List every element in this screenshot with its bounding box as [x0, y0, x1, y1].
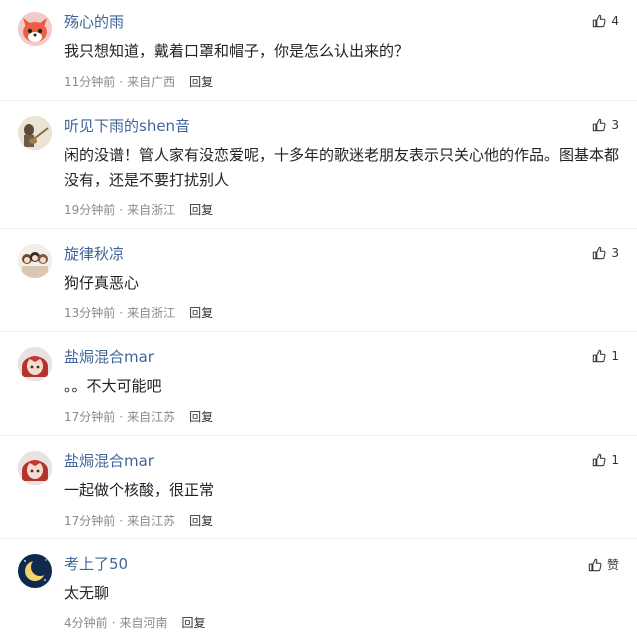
red-hair-anime-avatar-icon[interactable]	[18, 451, 52, 485]
username[interactable]: 听见下雨的shen音	[64, 116, 190, 136]
meta-separator: ·	[119, 514, 124, 528]
meta-separator: ·	[111, 616, 116, 630]
red-hair-anime-avatar-icon[interactable]	[18, 347, 52, 381]
username[interactable]: 殇心的雨	[64, 12, 124, 32]
thumbs-up-icon	[592, 14, 606, 28]
comment-time: 4分钟前	[64, 616, 108, 630]
thumbs-up-icon	[592, 453, 606, 467]
like-count: 4	[611, 14, 619, 28]
comment-location: 来自江苏	[127, 410, 176, 424]
reply-button[interactable]: 回复	[189, 409, 213, 425]
like-button[interactable]: 4	[592, 14, 619, 28]
thumbs-up-icon	[588, 558, 602, 572]
thumbs-up-icon	[592, 246, 606, 260]
like-button[interactable]: 1	[592, 453, 619, 467]
comment-location: 来自浙江	[127, 306, 176, 320]
like-button[interactable]: 3	[592, 118, 619, 132]
reply-button[interactable]: 回复	[181, 615, 205, 631]
thumbs-up-icon	[592, 118, 606, 132]
like-count: 1	[611, 453, 619, 467]
divider	[0, 228, 637, 229]
comment-text: 我只想知道，戴着口罩和帽子，你是怎么认出来的？	[64, 42, 410, 60]
username[interactable]: 盐焗混合mar	[64, 451, 154, 471]
thumbs-up-icon	[592, 349, 606, 363]
like-button[interactable]: 赞	[588, 556, 619, 573]
meta-separator: ·	[119, 306, 124, 320]
meta-separator: ·	[119, 410, 124, 424]
moon-night-avatar-icon[interactable]	[18, 554, 52, 588]
like-count: 1	[611, 349, 619, 363]
comment-text: 太无聊	[64, 584, 110, 602]
comment-location: 来自广西	[127, 75, 176, 89]
comment-text: 。。不大可能吧	[64, 377, 162, 395]
comment-text: 狗仔真恶心	[64, 274, 140, 292]
comment-time: 17分钟前	[64, 514, 116, 528]
like-count: 3	[611, 246, 619, 260]
comment-meta: 19分钟前 · 来自浙江 回复	[64, 202, 213, 218]
comment-meta: 11分钟前 · 来自广西 回复	[64, 74, 213, 90]
comment-time: 17分钟前	[64, 410, 116, 424]
reply-button[interactable]: 回复	[189, 513, 213, 529]
like-label: 赞	[606, 558, 619, 572]
divider	[0, 435, 637, 436]
guitar-player-avatar-icon[interactable]	[18, 116, 52, 150]
divider	[0, 538, 637, 539]
comment-time: 11分钟前	[64, 75, 116, 89]
reply-button[interactable]: 回复	[189, 74, 213, 90]
comment-location: 来自浙江	[127, 203, 176, 217]
comment-meta: 4分钟前 · 来自河南 回复	[64, 615, 206, 631]
comment-location: 来自河南	[119, 616, 168, 630]
comment-location: 来自江苏	[127, 514, 176, 528]
comment-text: 一起做个核酸，很正常	[64, 481, 215, 499]
fox-avatar-icon[interactable]	[18, 12, 52, 46]
username[interactable]: 盐焗混合mar	[64, 347, 154, 367]
reply-button[interactable]: 回复	[189, 202, 213, 218]
comment-meta: 17分钟前 · 来自江苏 回复	[64, 409, 213, 425]
username[interactable]: 考上了50	[64, 554, 128, 574]
meta-separator: ·	[119, 75, 124, 89]
like-button[interactable]: 1	[592, 349, 619, 363]
like-count: 3	[611, 118, 619, 132]
divider	[0, 100, 637, 101]
like-button[interactable]: 3	[592, 246, 619, 260]
reply-button[interactable]: 回复	[189, 305, 213, 321]
comment-time: 19分钟前	[64, 203, 116, 217]
comment-time: 13分钟前	[64, 306, 116, 320]
divider	[0, 331, 637, 332]
meta-separator: ·	[119, 203, 124, 217]
comment-meta: 17分钟前 · 来自江苏 回复	[64, 513, 213, 529]
username[interactable]: 旋律秋凉	[64, 244, 124, 264]
group-girls-avatar-icon[interactable]	[18, 244, 52, 278]
comment-text: 闲的没谱！管人家有没恋爱呢，十多年的歌迷老朋友表示只关心他的作品。图基本都没有，…	[64, 146, 620, 189]
comment-meta: 13分钟前 · 来自浙江 回复	[64, 305, 213, 321]
